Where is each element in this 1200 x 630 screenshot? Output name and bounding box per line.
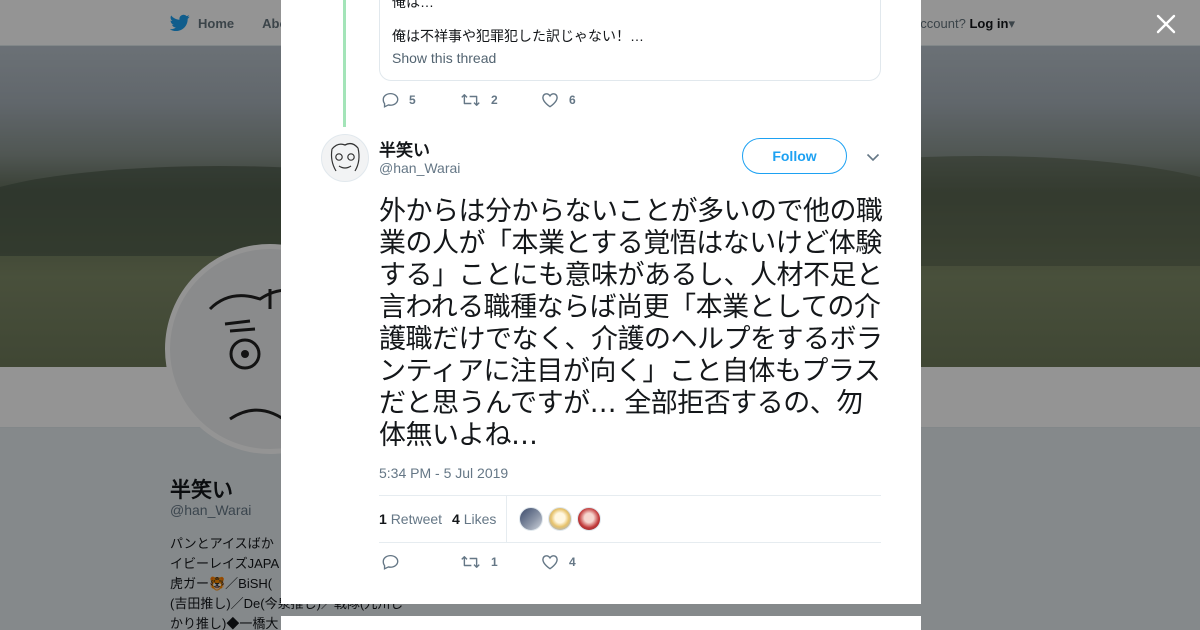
like-stat[interactable]: 4 Likes — [452, 511, 496, 527]
liker-avatars — [519, 507, 602, 531]
reply-icon — [382, 92, 399, 108]
retweet-count: 1 — [491, 555, 498, 569]
follow-button[interactable]: Follow — [742, 138, 847, 174]
author-handle[interactable]: @han_Warai — [379, 160, 460, 176]
author-name[interactable]: 半笑い — [379, 136, 430, 161]
reply-count: 5 — [409, 93, 416, 107]
stats-divider — [506, 496, 508, 542]
retweet-icon — [461, 94, 480, 106]
liker-avatar[interactable] — [577, 507, 602, 531]
retweet-count: 2 — [491, 93, 498, 107]
sketch-face-icon — [330, 142, 360, 172]
reply-icon — [382, 554, 399, 570]
like-stat-count: 4 — [452, 511, 460, 527]
reply-button[interactable] — [382, 554, 460, 570]
liker-avatar[interactable] — [519, 507, 544, 531]
previous-tweet-actions: 5 2 6 — [382, 92, 576, 108]
quoted-tweet-text: 俺は不祥事や犯罪犯した訳じゃない！… — [392, 28, 644, 44]
like-count: 6 — [569, 93, 576, 107]
tweet-actions: 1 4 — [382, 554, 576, 570]
reply-button[interactable]: 5 — [382, 92, 460, 108]
chevron-down-icon — [866, 153, 880, 161]
author-avatar[interactable] — [321, 134, 369, 182]
retweet-stat-count: 1 — [379, 511, 387, 527]
retweet-button[interactable]: 2 — [460, 92, 541, 108]
tweet-timestamp[interactable]: 5:34 PM - 5 Jul 2019 — [379, 465, 508, 481]
tweet-text: 外からは分からないことが多いので他の職業の人が「本業とする覚悟はないけど体験する… — [379, 196, 883, 451]
close-icon — [1156, 14, 1176, 34]
modal-next-section — [281, 616, 921, 630]
like-button[interactable]: 4 — [541, 554, 576, 570]
retweet-stat-label: Retweet — [390, 511, 443, 527]
thread-connector-line — [343, 0, 346, 127]
tweet-stats: 1 Retweet 4 Likes — [379, 495, 881, 543]
retweet-stat[interactable]: 1 Retweet — [379, 511, 442, 527]
quoted-tweet-clipped-line: 俺は… — [392, 0, 434, 10]
liker-avatar[interactable] — [548, 507, 573, 531]
close-modal-button[interactable] — [1152, 10, 1180, 38]
heart-icon — [542, 555, 558, 570]
like-button[interactable]: 6 — [541, 92, 576, 108]
like-count: 4 — [569, 555, 576, 569]
show-thread-link[interactable]: Show this thread — [392, 50, 496, 66]
tweet-options-button[interactable] — [864, 149, 882, 165]
like-stat-label: Likes — [463, 511, 497, 527]
retweet-icon — [461, 556, 480, 568]
heart-icon — [542, 93, 558, 108]
retweet-button[interactable]: 1 — [460, 554, 541, 570]
